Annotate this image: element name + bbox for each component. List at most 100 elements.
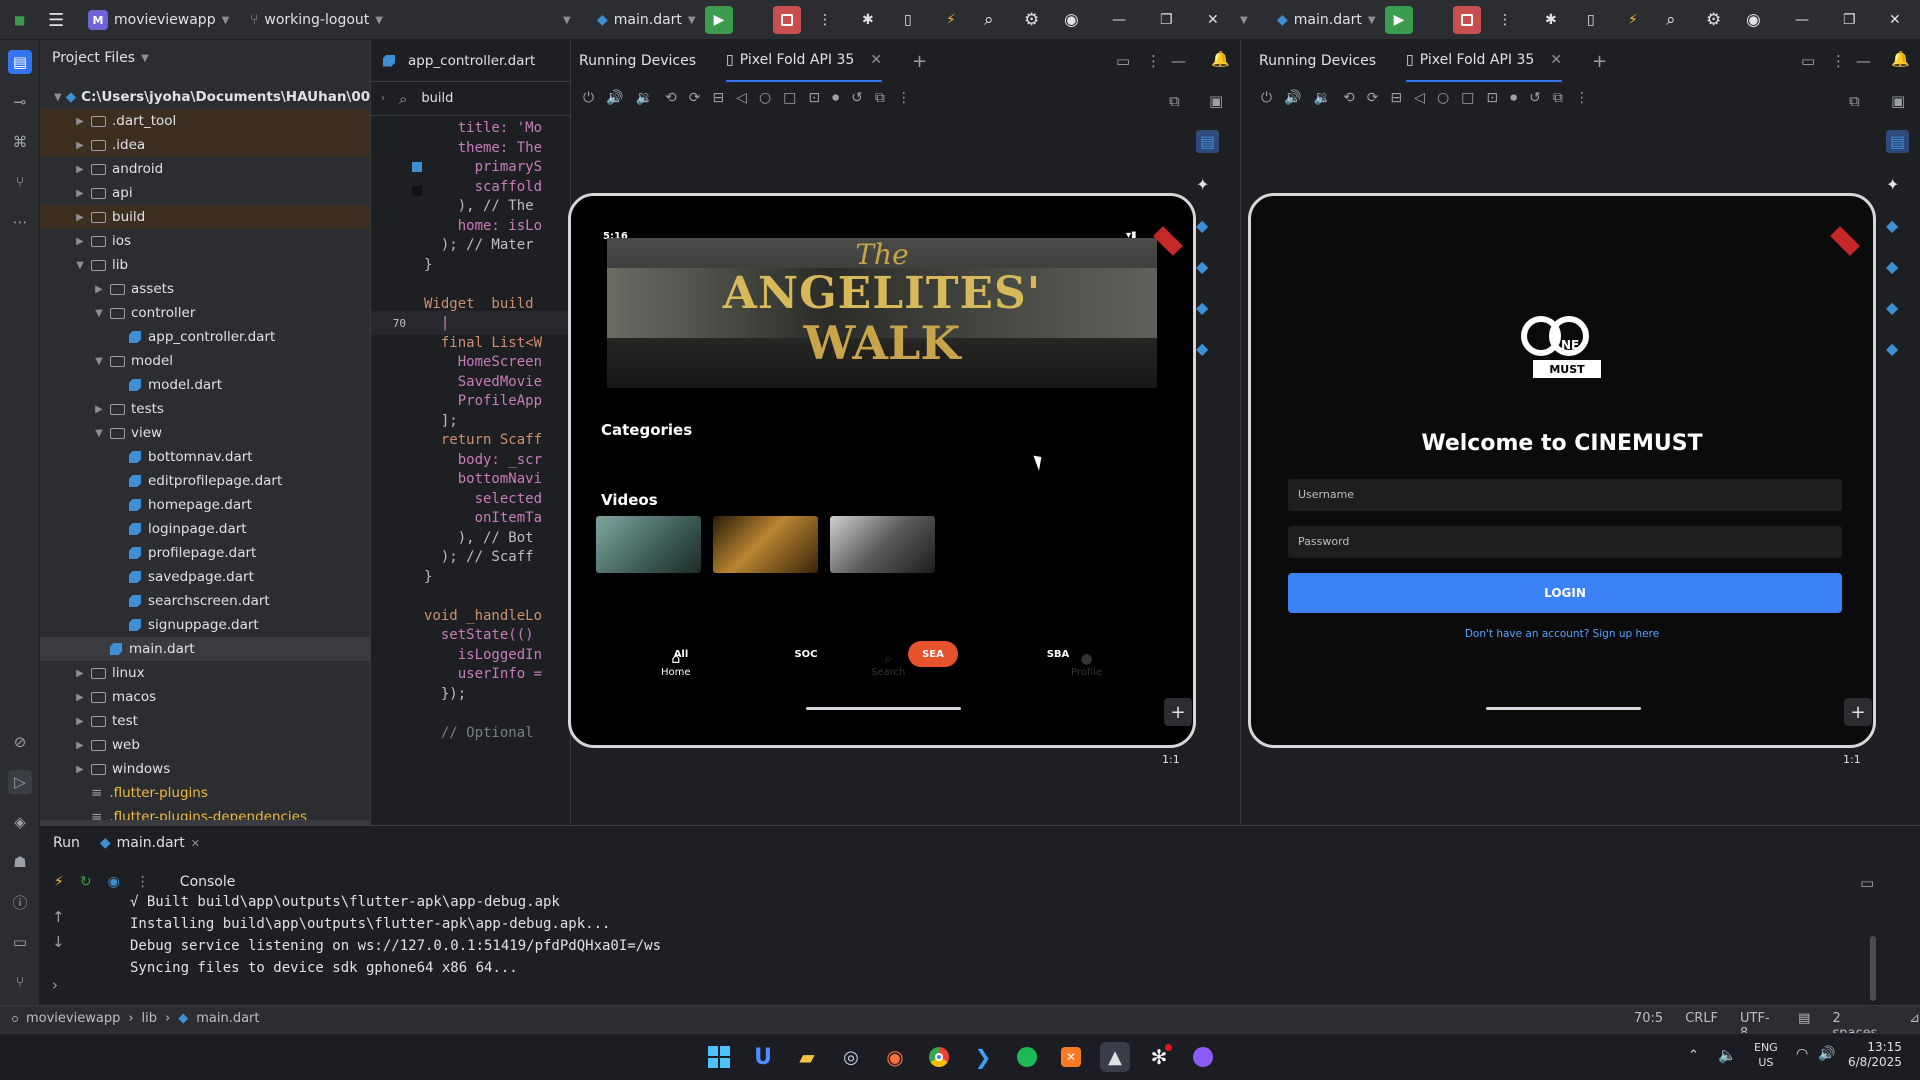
close-icon[interactable]: ✕	[1889, 0, 1901, 40]
account-icon[interactable]: ◉	[1746, 0, 1761, 40]
git-icon[interactable]: ⑂	[8, 970, 32, 994]
power-icon[interactable]: ⏻	[1261, 90, 1272, 106]
overview-icon[interactable]: □	[783, 90, 796, 106]
nav-profile[interactable]: ● Profile	[1071, 651, 1102, 678]
device-manager-icon[interactable]: ▣	[1209, 92, 1223, 110]
category-soc[interactable]: SOC	[781, 641, 831, 667]
chevron-down-icon[interactable]: ▼	[1240, 0, 1248, 40]
devtools-icon[interactable]: ◉	[108, 874, 120, 890]
tree-file[interactable]: main.dart	[40, 637, 370, 661]
run-file-tab[interactable]: ◆ main.dart ✕	[100, 835, 200, 851]
project-root[interactable]: ▼ ◆ C:\Users\jyoha\Documents\HAUhan\00 D…	[40, 85, 409, 109]
mirror-icon[interactable]: ⧉	[1553, 90, 1563, 106]
more-icon[interactable]: ⋮	[1498, 0, 1512, 40]
notifications-icon[interactable]: 🔔	[1211, 50, 1230, 68]
branch-selector[interactable]: ⑂ working-logout ▼	[250, 0, 383, 40]
power-icon[interactable]: ⏻	[583, 90, 594, 106]
more-icon[interactable]: ⋮	[136, 874, 150, 890]
restore-icon[interactable]: ❐	[1160, 0, 1173, 40]
run-config-selector[interactable]: ◆ main.dart ▼	[597, 0, 696, 40]
tree-file[interactable]: signuppage.dart	[40, 613, 370, 637]
back-icon[interactable]: ◁	[1414, 90, 1425, 106]
wifi-icon[interactable]: ◠	[1796, 1046, 1808, 1062]
search-icon[interactable]: ⌕	[984, 0, 994, 40]
editor-tab[interactable]: app_controller.dart	[371, 40, 571, 82]
tree-folder[interactable]: ▶ build	[40, 205, 370, 229]
device-tab-2[interactable]: ▯ Pixel Fold API 35 ✕	[1406, 40, 1563, 82]
device-icon[interactable]: ▯	[904, 0, 912, 40]
github-icon[interactable]	[1188, 1042, 1218, 1072]
volume-up-icon[interactable]: 🔊	[1284, 90, 1301, 106]
firefox-icon[interactable]: ◉	[880, 1042, 910, 1072]
chevron-right-icon[interactable]: ›	[52, 976, 58, 994]
flutter-outline-icon[interactable]: ◆	[1196, 257, 1219, 276]
tree-file[interactable]: searchscreen.dart	[40, 589, 370, 613]
project-panel-header[interactable]: Project Files ▼	[52, 50, 149, 66]
nav-search[interactable]: ⌕ Search	[871, 651, 905, 678]
tree-folder[interactable]: ▶ api	[40, 181, 370, 205]
tree-file[interactable]: profilepage.dart	[40, 541, 370, 565]
hot-reload-icon[interactable]: ⚡	[54, 874, 64, 890]
breadcrumb-project[interactable]: movieviewapp	[26, 1011, 120, 1026]
reset-icon[interactable]: ↺	[1529, 90, 1541, 106]
project-selector[interactable]: M movieviewapp ▼	[88, 0, 229, 40]
chrome-icon[interactable]	[924, 1042, 954, 1072]
login-button[interactable]: LOGIN	[1288, 573, 1842, 613]
vscode-icon[interactable]: ❯	[968, 1042, 998, 1072]
flutter-performance-icon[interactable]: ◆	[1886, 298, 1909, 317]
file-explorer-icon[interactable]: ▰	[792, 1042, 822, 1072]
chatgpt-icon[interactable]: ✻	[1144, 1042, 1174, 1072]
run-tab[interactable]: Run	[53, 835, 80, 851]
tree-folder[interactable]: ▶ .idea	[40, 133, 370, 157]
gemini-icon[interactable]: ✦	[1886, 175, 1909, 194]
android-studio-icon[interactable]: ▲	[1100, 1042, 1130, 1072]
search-icon[interactable]: ⌕	[1666, 0, 1676, 40]
expand-panel-icon[interactable]: ▭	[1860, 874, 1874, 892]
run-button-2[interactable]: ▶	[1385, 0, 1413, 40]
zoom-in-icon[interactable]: +	[1164, 698, 1192, 726]
no-entry-icon[interactable]: ⊘	[8, 730, 32, 754]
record-icon[interactable]: ⏺	[1510, 90, 1517, 106]
tree-folder[interactable]: ▶ test	[40, 709, 370, 733]
device-manager-icon[interactable]: ▣	[1891, 92, 1905, 110]
flutter-inspector-icon[interactable]: ◆	[1886, 216, 1909, 235]
add-device-icon[interactable]: +	[1592, 51, 1607, 72]
volume-down-icon[interactable]: 🔉	[1314, 90, 1331, 106]
tree-file[interactable]: editprofilepage.dart	[40, 469, 370, 493]
home-icon[interactable]: ○	[759, 90, 771, 106]
project-icon[interactable]: ▤	[8, 50, 32, 74]
screenshot-icon[interactable]: ⊡	[1486, 90, 1498, 106]
close-icon[interactable]: ✕	[1207, 0, 1219, 40]
volume-down-icon[interactable]: 🔉	[636, 90, 653, 106]
tray-expand-icon[interactable]: ⌃	[1688, 1048, 1699, 1063]
flutter-inspector-icon[interactable]: ◆	[1196, 216, 1219, 235]
restore-icon[interactable]: ❐	[1843, 0, 1856, 40]
device-mirroring-icon[interactable]: ▤	[1886, 130, 1910, 153]
editor-search-input[interactable]: build	[421, 91, 453, 106]
tree-file[interactable]: ≡ .flutter-plugins	[40, 781, 370, 805]
nav-home[interactable]: ⌂ Home	[661, 651, 691, 678]
rotate-left-icon[interactable]: ⟲	[1343, 90, 1355, 106]
back-icon[interactable]: ◁	[736, 90, 747, 106]
screen-share-icon[interactable]: ⧉	[1169, 92, 1180, 110]
tree-file[interactable]: savedpage.dart	[40, 565, 370, 589]
more-icon[interactable]: ⋮	[1831, 52, 1846, 70]
tree-file[interactable]: app_controller.dart	[40, 325, 370, 349]
device-tab[interactable]: ▯ Pixel Fold API 35 ✕	[726, 40, 883, 82]
device-mirroring-icon[interactable]: ▤	[1196, 130, 1220, 153]
tree-folder[interactable]: ▶ ios	[40, 229, 370, 253]
fold-icon[interactable]: ⊟	[1390, 90, 1402, 106]
hot-reload-icon[interactable]: ⚡	[946, 0, 956, 40]
tree-folder[interactable]: ▶ macos	[40, 685, 370, 709]
account-icon[interactable]: ◉	[1064, 0, 1079, 40]
more-tools-icon[interactable]: ⋯	[8, 210, 32, 234]
main-menu-icon[interactable]: ☰	[48, 0, 64, 40]
tree-file[interactable]: loginpage.dart	[40, 517, 370, 541]
zoom-ratio[interactable]: 1:1	[1162, 753, 1180, 766]
tree-folder[interactable]: ▶ android	[40, 157, 370, 181]
hot-restart-icon[interactable]: ↻	[80, 874, 92, 890]
signup-link[interactable]: Don't have an account? Sign up here	[1251, 628, 1873, 640]
more-icon[interactable]: ⋮	[818, 0, 832, 40]
gemini-icon[interactable]: ✦	[1196, 175, 1219, 194]
settings-icon[interactable]: ⚙	[1024, 0, 1039, 40]
